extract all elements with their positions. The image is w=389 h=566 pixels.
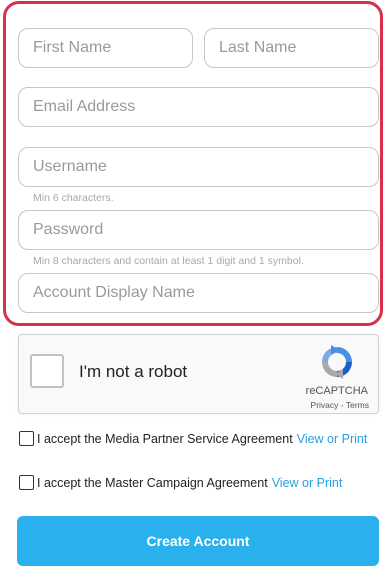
display-name-input[interactable] xyxy=(18,273,379,313)
media-partner-agreement-label: I accept the Media Partner Service Agree… xyxy=(37,431,293,446)
master-campaign-agreement-label: I accept the Master Campaign Agreement xyxy=(37,475,268,490)
master-campaign-agreement-row: I accept the Master Campaign Agreement V… xyxy=(19,475,342,490)
recaptcha-widget: I'm not a robot reCAPTCHA Privacy - Term… xyxy=(18,334,379,414)
master-campaign-agreement-link[interactable]: View or Print xyxy=(272,476,343,490)
username-hint: Min 6 characters. xyxy=(33,192,114,204)
password-input[interactable] xyxy=(18,210,379,250)
recaptcha-privacy-link[interactable]: Privacy xyxy=(311,400,339,410)
recaptcha-checkbox[interactable] xyxy=(30,354,64,388)
username-input[interactable] xyxy=(18,147,379,187)
recaptcha-logo-icon xyxy=(317,342,357,387)
recaptcha-terms-link[interactable]: Terms xyxy=(346,400,369,410)
email-input[interactable] xyxy=(18,87,379,127)
first-name-input[interactable] xyxy=(18,28,193,68)
media-partner-agreement-checkbox[interactable] xyxy=(19,431,34,446)
create-account-button[interactable]: Create Account xyxy=(17,516,379,566)
password-hint: Min 8 characters and contain at least 1 … xyxy=(33,255,304,267)
master-campaign-agreement-checkbox[interactable] xyxy=(19,475,34,490)
last-name-input[interactable] xyxy=(204,28,379,68)
recaptcha-links: Privacy - Terms xyxy=(311,400,369,410)
recaptcha-brand: reCAPTCHA xyxy=(305,385,368,397)
media-partner-agreement-row: I accept the Media Partner Service Agree… xyxy=(19,431,367,446)
recaptcha-label: I'm not a robot xyxy=(79,362,188,381)
media-partner-agreement-link[interactable]: View or Print xyxy=(297,432,368,446)
recaptcha-link-separator: - xyxy=(340,400,344,410)
